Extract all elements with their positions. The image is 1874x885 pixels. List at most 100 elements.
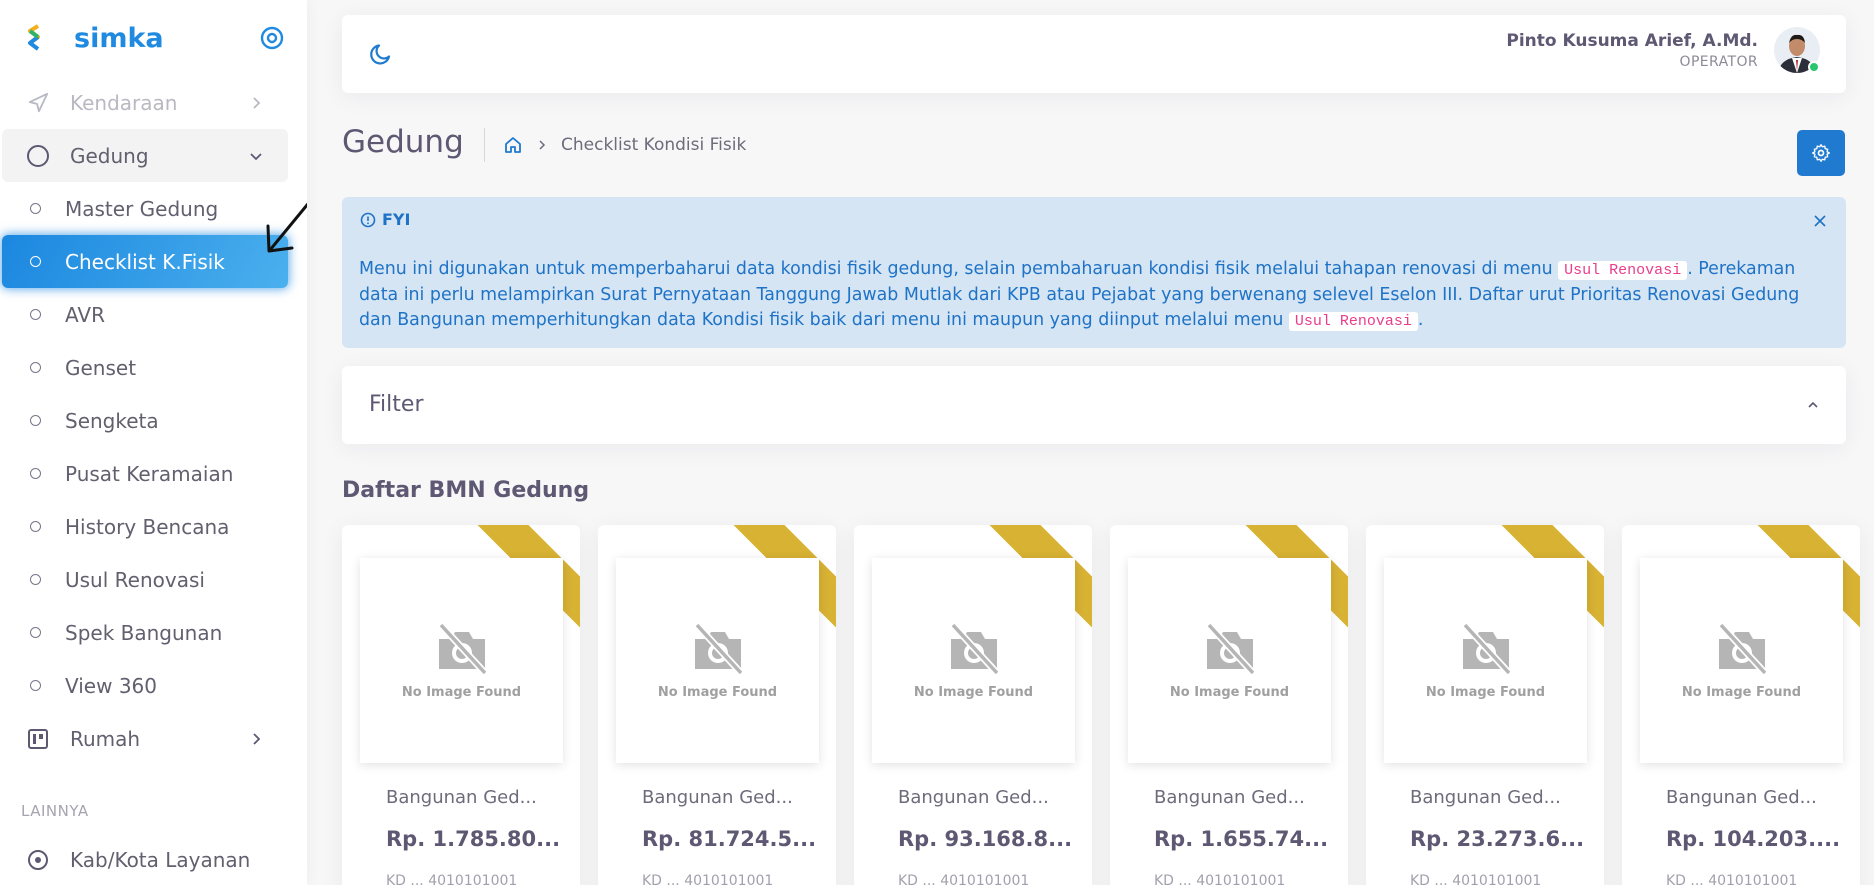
sidebar-item-label: Genset: [65, 355, 137, 380]
card-price: Rp. 104.203....: [1666, 827, 1841, 851]
alert-heading: FYI: [360, 210, 410, 229]
sidebar-item-rumah[interactable]: Rumah: [2, 712, 288, 765]
no-image-text: No Image Found: [1681, 685, 1802, 700]
card-image-placeholder: No Image Found: [872, 558, 1075, 763]
filter-title: Filter: [369, 392, 424, 417]
card-name: Bangunan Ged...: [1666, 787, 1817, 808]
sidebar-item-kendaraan[interactable]: Kendaraan: [2, 76, 288, 129]
card-code: KD ... 4010101001: [1154, 873, 1286, 885]
no-image-text: No Image Found: [657, 685, 778, 700]
no-camera-icon: [437, 622, 488, 676]
circle-bullet-icon: [30, 415, 41, 426]
card-name: Bangunan Ged...: [1410, 787, 1561, 808]
section-label-lainnya: LAINNYA: [21, 802, 89, 820]
sidebar-item-checklist-kfisik[interactable]: Checklist K.Fisik: [2, 235, 288, 288]
card-code: KD ... 4010101001: [642, 873, 774, 885]
sidebar-item-label: Gedung: [70, 143, 149, 168]
sidebar-item-kab-kota[interactable]: Kab/Kota Layanan: [2, 833, 288, 885]
info-alert: FYI Menu ini digunakan untuk memperbahar…: [342, 197, 1846, 348]
card-image-placeholder: No Image Found: [616, 558, 819, 763]
chevron-up-icon[interactable]: [1806, 398, 1820, 412]
sidebar-item-avr[interactable]: AVR: [2, 288, 288, 341]
building-card[interactable]: S No Image Found Bangunan Ged... Rp. 104…: [1622, 525, 1860, 885]
sidebar-item-label: AVR: [65, 302, 105, 327]
sidebar-item-pusat-keramaian[interactable]: Pusat Keramaian: [2, 447, 288, 500]
sidebar-item-label: View 360: [65, 673, 157, 698]
card-name: Bangunan Ged...: [1154, 787, 1305, 808]
circle-bullet-icon: [30, 680, 41, 691]
no-image-text: No Image Found: [1169, 685, 1290, 700]
card-name: Bangunan Ged...: [898, 787, 1049, 808]
brand-name[interactable]: simka: [74, 23, 259, 54]
sidebar-item-label: Usul Renovasi: [65, 567, 205, 592]
sidebar-item-label: Sengketa: [65, 408, 159, 433]
card-image-placeholder: No Image Found: [1128, 558, 1331, 763]
alert-text: .: [1417, 310, 1424, 330]
building-card[interactable]: S No Image Found Bangunan Ged... Rp. 93.…: [854, 525, 1092, 885]
sidebar-toggle-icon[interactable]: [259, 25, 285, 51]
building-card[interactable]: S No Image Found Bangunan Ged... Rp. 23.…: [1366, 525, 1604, 885]
card-image-placeholder: No Image Found: [360, 558, 563, 763]
layout-icon: [26, 727, 50, 751]
no-camera-icon: [1461, 622, 1512, 676]
brand: simka: [0, 0, 307, 76]
no-camera-icon: [949, 622, 1000, 676]
filter-card[interactable]: Filter: [342, 366, 1846, 444]
card-name: Bangunan Ged...: [642, 787, 793, 808]
sidebar-item-gedung[interactable]: Gedung: [2, 129, 288, 182]
page-title: Gedung: [342, 124, 464, 160]
sidebar-item-spek-bangunan[interactable]: Spek Bangunan: [2, 606, 288, 659]
close-icon[interactable]: [1812, 213, 1828, 229]
online-status-badge: [1808, 61, 1820, 73]
card-price: Rp. 81.724.5...: [642, 827, 817, 851]
no-camera-icon: [693, 622, 744, 676]
card-code: KD ... 4010101001: [386, 873, 518, 885]
card-price: Rp. 93.168.8...: [898, 827, 1073, 851]
sidebar-item-label: History Bencana: [65, 514, 230, 539]
chevron-right-icon: [253, 96, 261, 109]
sidebar-item-history-bencana[interactable]: History Bencana: [2, 500, 288, 553]
alert-body: Menu ini digunakan untuk memperbaharui d…: [359, 257, 1829, 334]
circle-bullet-icon: [30, 256, 41, 267]
chevron-right-icon: [253, 732, 261, 745]
circle-bullet-icon: [30, 627, 41, 638]
sidebar-item-label: Spek Bangunan: [65, 620, 223, 645]
no-image-text: No Image Found: [1425, 685, 1546, 700]
card-image-placeholder: No Image Found: [1640, 558, 1843, 763]
top-navbar: Pinto Kusuma Arief, A.Md. OPERATOR: [342, 15, 1846, 93]
circle-bullet-icon: [30, 574, 41, 585]
chevron-down-icon: [250, 152, 262, 160]
moon-icon[interactable]: [368, 41, 394, 67]
title-divider: [484, 128, 485, 162]
simka-logo-icon: [28, 24, 40, 51]
card-image-placeholder: No Image Found: [1384, 558, 1587, 763]
no-image-text: No Image Found: [401, 685, 522, 700]
breadcrumb: Checklist Kondisi Fisik: [503, 135, 746, 155]
building-card[interactable]: S No Image Found Bangunan Ged... Rp. 1.6…: [1110, 525, 1348, 885]
building-card[interactable]: S No Image Found Bangunan Ged... Rp. 81.…: [598, 525, 836, 885]
sidebar-item-label: Kab/Kota Layanan: [70, 847, 251, 872]
circle-bullet-icon: [30, 309, 41, 320]
navigation-icon: [26, 91, 50, 115]
sidebar-item-label: Pusat Keramaian: [65, 461, 234, 486]
settings-button[interactable]: [1797, 130, 1845, 176]
sidebar-item-label: Checklist K.Fisik: [65, 249, 225, 274]
sidebar-item-master-gedung[interactable]: Master Gedung: [2, 182, 288, 235]
sidebar-item-usul-renovasi[interactable]: Usul Renovasi: [2, 553, 288, 606]
sidebar: simka Kendaraan Gedung Master Gedung Che…: [0, 0, 307, 885]
sidebar-item-genset[interactable]: Genset: [2, 341, 288, 394]
sidebar-item-label: Rumah: [70, 726, 141, 751]
card-price: Rp. 1.655.74...: [1154, 827, 1329, 851]
building-card[interactable]: S No Image Found Bangunan Ged... Rp. 1.7…: [342, 525, 580, 885]
avatar[interactable]: [1774, 27, 1820, 73]
building-card-list: S No Image Found Bangunan Ged... Rp. 1.7…: [342, 525, 1874, 885]
circle-icon: [26, 144, 50, 168]
card-price: Rp. 23.273.6...: [1410, 827, 1585, 851]
user-dropdown[interactable]: Pinto Kusuma Arief, A.Md. OPERATOR: [1506, 27, 1820, 73]
card-code: KD ... 4010101001: [1410, 873, 1542, 885]
sidebar-item-view-360[interactable]: View 360: [2, 659, 288, 712]
sidebar-item-sengketa[interactable]: Sengketa: [2, 394, 288, 447]
circle-bullet-icon: [30, 468, 41, 479]
breadcrumb-current: Checklist Kondisi Fisik: [561, 135, 747, 155]
home-icon[interactable]: [503, 135, 523, 155]
